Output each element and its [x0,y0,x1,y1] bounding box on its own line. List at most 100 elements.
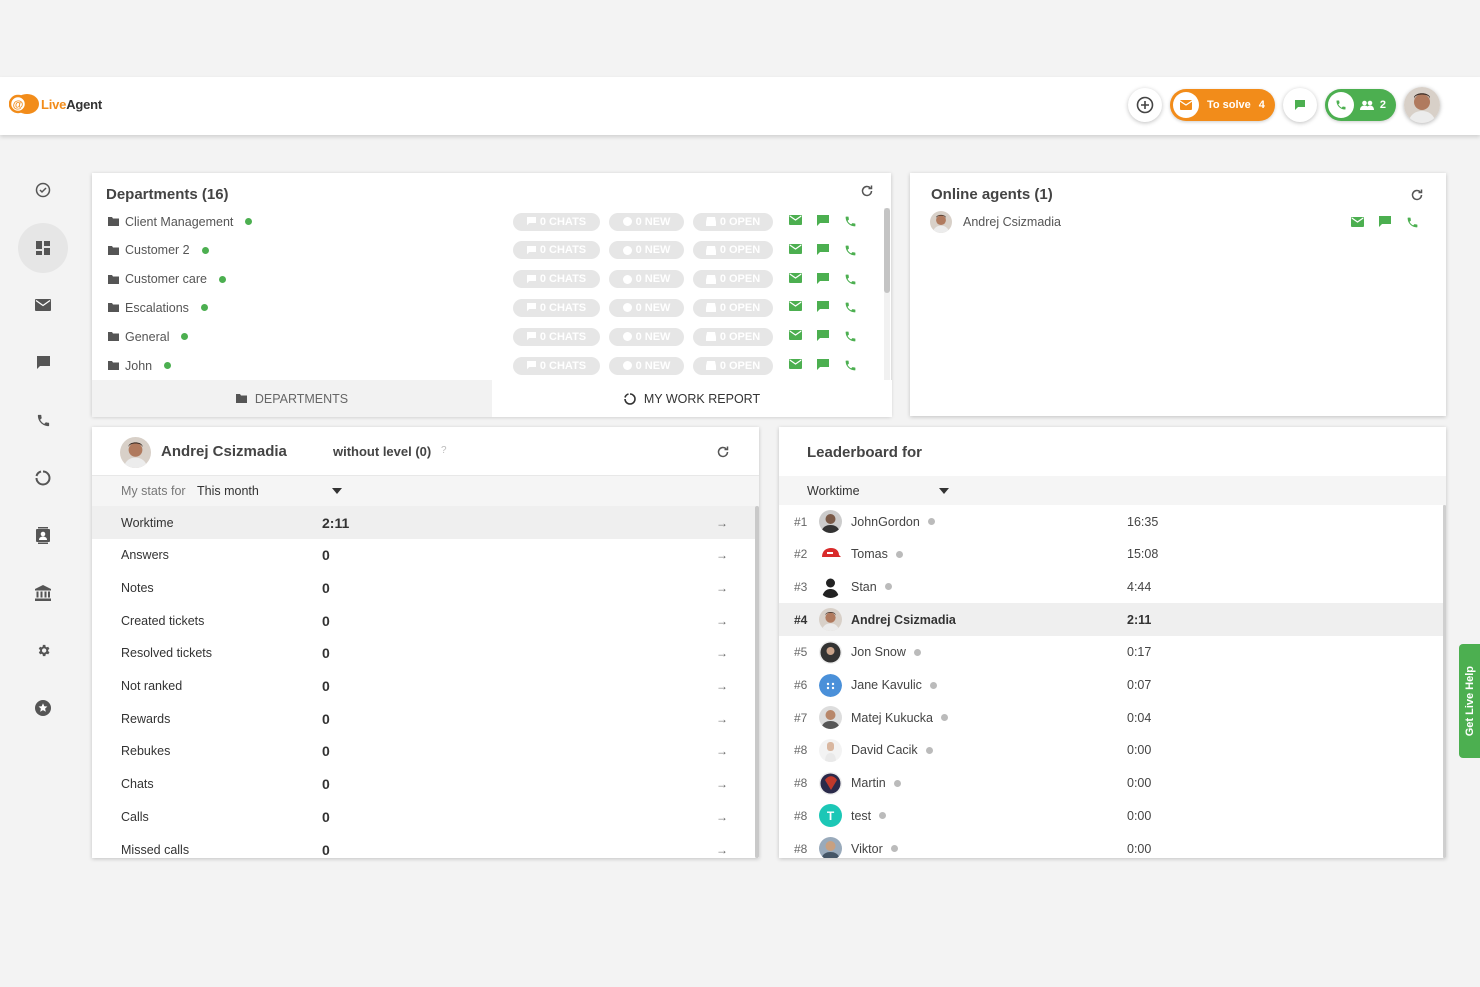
leaderboard-row[interactable]: #3 Stan 4:44 [779,570,1446,603]
leaderboard-row[interactable]: #8 Martin 0:00 [779,767,1446,800]
leaderboard-row[interactable]: #4 Andrej Csizmadia 2:11 [779,603,1446,637]
leaderboard-row[interactable]: #6 Jane Kavulic 0:07 [779,669,1446,702]
leaderboard-row[interactable]: #7 Matej Kukucka 0:04 [779,701,1446,734]
arrow-right-icon[interactable]: → [716,646,728,660]
department-row[interactable]: Escalations 0 CHATS 0 NEW 0 OPEN [92,293,882,322]
phone-icon[interactable] [844,301,857,314]
mail-icon[interactable] [789,243,802,254]
open-count-badge[interactable]: 0 OPEN [693,270,773,289]
nav-plugins[interactable] [18,683,68,733]
department-row[interactable]: Customer 2 0 CHATS 0 NEW 0 OPEN [92,236,882,265]
departments-scrollbar[interactable] [884,208,890,380]
leaderboard-scrollbar[interactable] [1443,505,1446,858]
new-count-badge[interactable]: 0 NEW [609,212,684,231]
stats-scrollbar[interactable] [755,506,759,858]
department-row[interactable]: John 0 CHATS 0 NEW 0 OPEN [92,351,882,380]
department-row[interactable]: General 0 CHATS 0 NEW 0 OPEN [92,322,882,351]
department-row[interactable]: Customer care 0 CHATS 0 NEW 0 OPEN [92,265,882,294]
leaderboard-row[interactable]: #1 JohnGordon 16:35 [779,505,1446,538]
leaderboard-row[interactable]: #8 David Cacik 0:00 [779,734,1446,767]
arrow-right-icon[interactable]: → [716,843,728,857]
phone-icon[interactable] [844,244,857,257]
chats-count-badge[interactable]: 0 CHATS [513,298,600,317]
chat-icon[interactable] [1379,216,1391,228]
stats-row[interactable]: Not ranked 0 → [92,670,759,703]
stats-refresh-button[interactable] [716,445,730,459]
level-help-mark[interactable]: ? [441,445,447,456]
online-agent-row[interactable]: Andrej Csizmadia [930,210,1430,234]
to-solve-button[interactable]: To solve 4 [1169,89,1275,121]
open-count-badge[interactable]: 0 OPEN [693,241,773,260]
nav-settings[interactable] [18,625,68,675]
new-count-badge[interactable]: 0 NEW [609,327,684,346]
new-count-badge[interactable]: 0 NEW [609,298,684,317]
arrow-right-icon[interactable]: → [716,712,728,726]
agents-status-button[interactable]: 2 [1324,89,1396,121]
mail-icon[interactable] [1351,217,1364,227]
leaderboard-metric-select[interactable]: Worktime [807,484,949,498]
stats-row[interactable]: Notes 0 → [92,571,759,604]
tab-departments[interactable]: DEPARTMENTS [92,380,492,417]
mail-icon[interactable] [789,215,802,225]
open-count-badge[interactable]: 0 OPEN [693,327,773,346]
phone-icon[interactable] [844,215,857,228]
liveagent-logo[interactable]: @ LiveAgent [8,91,102,117]
stats-row[interactable]: Rewards 0 → [92,702,759,735]
mail-icon[interactable] [789,330,802,341]
open-count-badge[interactable]: 0 OPEN [693,356,773,375]
chat-status-button[interactable] [1282,88,1317,122]
nav-knowledgebase[interactable] [18,568,68,618]
stats-row[interactable]: Worktime 2:11 → [92,506,759,539]
tab-my-work-report[interactable]: MY WORK REPORT [492,380,892,417]
stats-row[interactable]: Answers 0 → [92,539,759,572]
chat-icon[interactable] [817,330,829,342]
department-row[interactable]: Client Management 0 CHATS 0 NEW 0 OPEN [92,207,882,236]
chat-icon[interactable] [817,272,829,285]
phone-icon[interactable] [844,359,857,372]
nav-reports[interactable] [18,453,68,503]
chat-icon[interactable] [817,243,829,256]
chat-icon[interactable] [817,301,829,313]
leaderboard-row[interactable]: #8 Viktor 0:00 [779,832,1446,858]
arrow-right-icon[interactable]: → [716,679,728,693]
nav-tasks[interactable] [18,165,68,215]
mail-icon[interactable] [789,301,802,312]
nav-tickets[interactable] [18,280,68,330]
leaderboard-row[interactable]: #2 Tomas 15:08 [779,538,1446,571]
nav-contacts[interactable] [18,510,68,560]
stats-row[interactable]: Calls 0 → [92,800,759,833]
phone-icon[interactable] [1406,216,1419,229]
departments-refresh-button[interactable] [860,184,874,198]
stats-row[interactable]: Resolved tickets 0 → [92,637,759,670]
arrow-right-icon[interactable]: → [716,581,728,595]
nav-dashboard[interactable] [18,222,68,273]
mail-icon[interactable] [789,272,802,283]
chat-icon[interactable] [817,359,829,371]
stats-row[interactable]: Missed calls 0 → [92,833,759,858]
arrow-right-icon[interactable]: → [716,614,728,628]
chats-count-badge[interactable]: 0 CHATS [513,356,600,375]
add-button[interactable] [1127,88,1162,122]
stats-row[interactable]: Created tickets 0 → [92,604,759,637]
new-count-badge[interactable]: 0 NEW [609,270,684,289]
period-select[interactable]: This month [197,484,342,498]
user-avatar[interactable] [1404,87,1440,123]
new-count-badge[interactable]: 0 NEW [609,241,684,260]
open-count-badge[interactable]: 0 OPEN [693,298,773,317]
phone-icon[interactable] [844,330,857,343]
nav-calls[interactable] [18,395,68,445]
open-count-badge[interactable]: 0 OPEN [693,212,773,231]
arrow-right-icon[interactable]: → [716,516,728,530]
chats-count-badge[interactable]: 0 CHATS [513,327,600,346]
chats-count-badge[interactable]: 0 CHATS [513,212,600,231]
chat-icon[interactable] [817,215,829,227]
chats-count-badge[interactable]: 0 CHATS [513,241,600,260]
stats-row[interactable]: Rebukes 0 → [92,735,759,768]
arrow-right-icon[interactable]: → [716,810,728,824]
nav-chats[interactable] [18,338,68,388]
get-live-help-tab[interactable]: Get Live Help [1459,644,1480,758]
leaderboard-row[interactable]: #8 Ttest 0:00 [779,799,1446,832]
arrow-right-icon[interactable]: → [716,777,728,791]
new-count-badge[interactable]: 0 NEW [609,356,684,375]
arrow-right-icon[interactable]: → [716,548,728,562]
